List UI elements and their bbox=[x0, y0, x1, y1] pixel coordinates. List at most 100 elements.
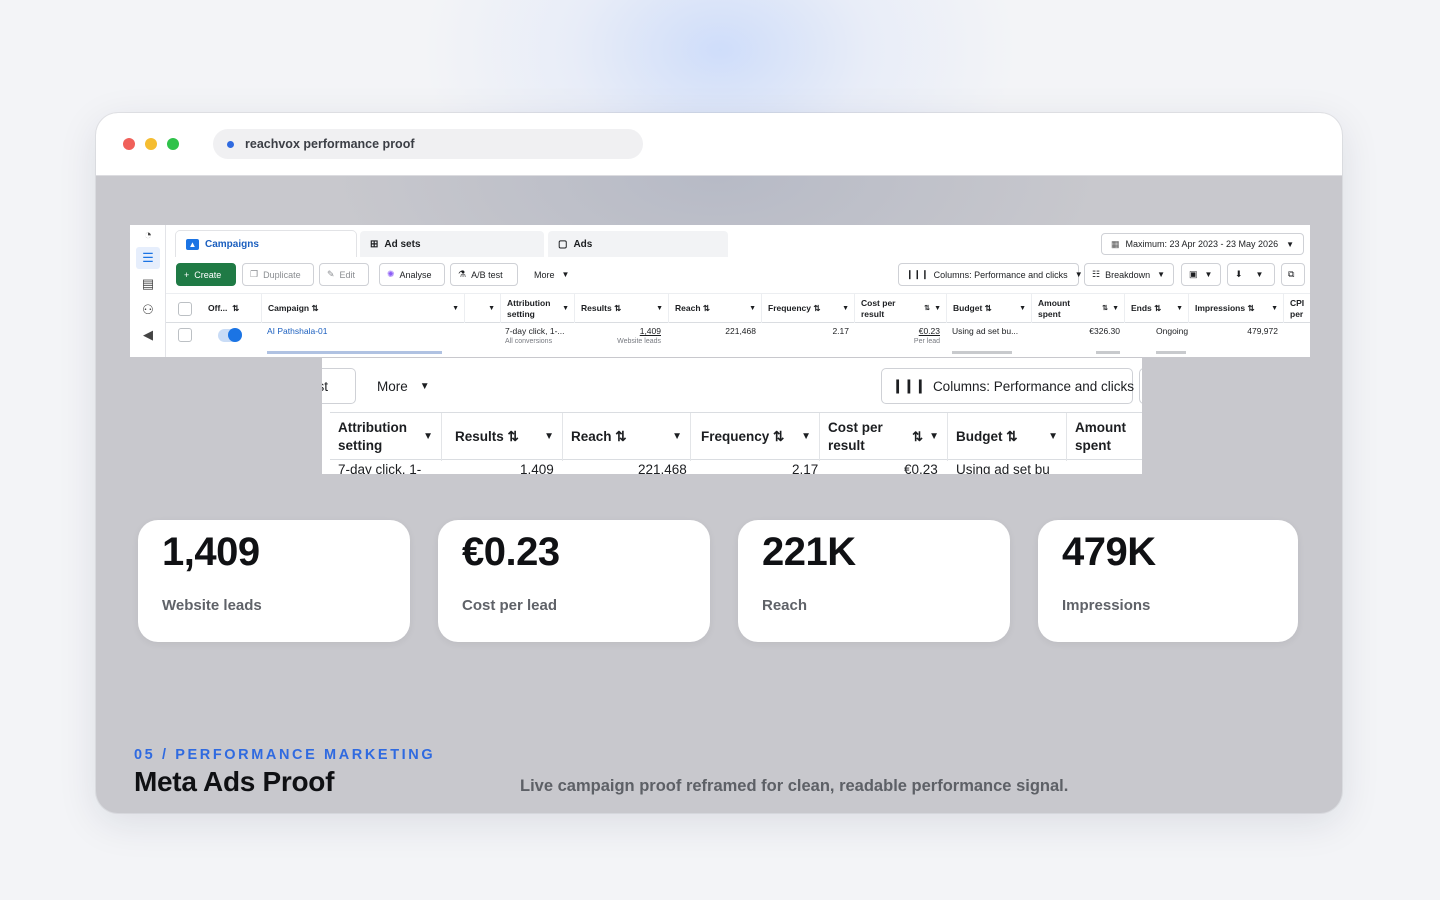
caret-down-icon: ▼ bbox=[934, 305, 941, 313]
edit-button[interactable]: ✎ Edit bbox=[319, 263, 369, 286]
column-campaign[interactable]: Campaign ⇅ ▼ bbox=[262, 294, 465, 324]
column-frequency[interactable]: Frequency ⇅ ▼ bbox=[762, 294, 855, 324]
duplicate-icon: ❐ bbox=[250, 269, 259, 279]
caret-down-icon: ▼ bbox=[423, 431, 433, 443]
plus-icon: + bbox=[184, 269, 190, 280]
cell-frequency: 2.17 bbox=[832, 326, 849, 336]
zoomed-table-crop: est More ▼ ❙❙❙ Columns: Performance and … bbox=[322, 358, 1142, 474]
caret-down-icon: ▼ bbox=[1286, 239, 1294, 249]
campaign-name-link[interactable]: AI Pathshala-01 bbox=[267, 326, 327, 336]
column-amount-spent[interactable]: Amount spent ⇅ ▼ bbox=[1032, 294, 1125, 324]
window-titlebar: reachvox performance proof bbox=[96, 113, 1342, 176]
more-menu[interactable]: More ▼ bbox=[526, 263, 574, 286]
chart-icon: ⧉ bbox=[1288, 269, 1295, 279]
cell-budget: Using ad set bu... bbox=[952, 326, 1019, 336]
caret-down-icon: ▼ bbox=[801, 431, 811, 443]
zoom-next-button-edge[interactable] bbox=[1139, 368, 1142, 404]
zoom-table-row: 7-day click, 1- 1,409 221,468 2.17 €0.23… bbox=[330, 461, 1142, 474]
columns-dropdown[interactable]: ❙❙❙ Columns: Performance and clicks ▼ bbox=[898, 263, 1083, 286]
address-bar[interactable]: reachvox performance proof bbox=[213, 129, 643, 159]
export-button[interactable]: ⬇ ▼ bbox=[1227, 263, 1275, 286]
caret-down-icon: ▼ bbox=[1157, 270, 1166, 279]
column-impressions[interactable]: Impressions ⇅ ▼ bbox=[1189, 294, 1284, 324]
zoom-column-budget[interactable]: Budget ⇅ ▼ bbox=[948, 413, 1067, 461]
breakdown-icon: ☷ bbox=[1092, 269, 1101, 279]
maximize-window-button[interactable] bbox=[167, 138, 179, 150]
tab-campaigns[interactable]: ▲ Campaigns bbox=[176, 231, 356, 257]
column-ends[interactable]: Ends ⇅ ▼ bbox=[1125, 294, 1189, 324]
column-cpm[interactable]: CPI per bbox=[1284, 294, 1310, 324]
analyse-button[interactable]: ✺ Analyse bbox=[379, 263, 445, 286]
audience-icon[interactable]: ⚇ bbox=[139, 302, 157, 318]
megaphone-icon[interactable]: ◀ bbox=[139, 327, 157, 343]
zoom-column-frequency[interactable]: Frequency ⇅ ▼ bbox=[691, 413, 820, 461]
tab-ads[interactable]: ▢ Ads bbox=[548, 231, 728, 257]
cell-reach: 221,468 bbox=[725, 326, 756, 336]
close-window-button[interactable] bbox=[123, 138, 135, 150]
caret-down-icon: ▼ bbox=[842, 305, 849, 313]
pages-icon[interactable]: ▤ bbox=[139, 276, 157, 292]
zoom-column-reach[interactable]: Reach ⇅ ▼ bbox=[563, 413, 691, 461]
grid-icon: ⊞ bbox=[370, 238, 379, 250]
table-row[interactable]: AI Pathshala-01 7-day click, 1-... All c… bbox=[166, 323, 1310, 351]
caret-down-icon: ▼ bbox=[544, 431, 554, 443]
caret-down-icon: ▼ bbox=[672, 431, 682, 443]
dashboard-gauge-icon[interactable]: ◔ bbox=[139, 226, 157, 242]
minimize-window-button[interactable] bbox=[145, 138, 157, 150]
campaign-toggle[interactable] bbox=[218, 328, 242, 342]
column-off[interactable]: Off... ⇅ bbox=[202, 294, 262, 324]
stat-label: Cost per lead bbox=[462, 597, 558, 614]
campaign-tabs: ▲ Campaigns ⊞ Ad sets ▢ Ads bbox=[176, 231, 728, 257]
breakdown-dropdown[interactable]: ☷ Breakdown ▼ bbox=[1084, 263, 1174, 286]
caret-down-icon: ▼ bbox=[561, 270, 570, 279]
column-cost-per-result[interactable]: Cost per result ⇅ ▼ bbox=[855, 294, 947, 324]
select-all-checkbox[interactable] bbox=[178, 302, 192, 316]
zoom-more-menu[interactable]: More ▼ bbox=[366, 368, 436, 404]
column-results[interactable]: Results ⇅ ▼ bbox=[575, 294, 669, 324]
columns-icon: ❙❙❙ bbox=[892, 378, 926, 393]
table-icon[interactable]: ☰ bbox=[136, 247, 160, 269]
tab-ad-sets[interactable]: ⊞ Ad sets bbox=[360, 231, 544, 257]
cell-impressions: 479,972 bbox=[1247, 326, 1278, 336]
stat-value: 221K bbox=[762, 530, 856, 574]
column-attribution[interactable]: Attribution setting ▼ bbox=[501, 294, 575, 324]
reports-icon: ▣ bbox=[1189, 269, 1198, 279]
caret-down-icon: ▼ bbox=[929, 431, 939, 443]
section-kicker: 05 / PERFORMANCE MARKETING bbox=[134, 747, 436, 763]
cell-cost-per-result[interactable]: €0.23 bbox=[855, 326, 940, 336]
toolbar: + Create ❐ Duplicate ✎ Edit ✺ Analyse ⚗ … bbox=[176, 263, 1310, 287]
column-budget[interactable]: Budget ⇅ ▼ bbox=[947, 294, 1032, 324]
stat-card-impressions: 479K Impressions bbox=[1038, 520, 1298, 642]
cell-cost-sub: Per lead bbox=[913, 338, 940, 345]
column-hidden[interactable]: ▼ bbox=[465, 294, 501, 324]
chart-button[interactable]: ⧉ bbox=[1281, 263, 1305, 286]
caret-down-icon: ▼ bbox=[1271, 305, 1278, 313]
zoom-column-results[interactable]: Results ⇅ ▼ bbox=[442, 413, 563, 461]
create-button[interactable]: + Create bbox=[176, 263, 236, 286]
cell-results[interactable]: 1,409 bbox=[575, 326, 661, 336]
cell-attribution-sub: All conversions bbox=[505, 338, 553, 345]
pencil-icon: ✎ bbox=[327, 269, 335, 279]
zoom-column-cost-per-result[interactable]: Cost per result ⇅ ▼ bbox=[820, 413, 948, 461]
caret-down-icon: ▼ bbox=[1074, 270, 1083, 279]
stat-value: 479K bbox=[1062, 530, 1156, 574]
row-checkbox[interactable] bbox=[178, 328, 192, 342]
address-text: reachvox performance proof bbox=[245, 137, 415, 151]
duplicate-button[interactable]: ❐ Duplicate bbox=[242, 263, 314, 286]
zoom-columns-dropdown[interactable]: ❙❙❙ Columns: Performance and clicks ▼ bbox=[881, 368, 1134, 404]
caret-down-icon: ▼ bbox=[1176, 305, 1183, 313]
caret-down-icon: ▼ bbox=[1204, 270, 1213, 279]
column-reach[interactable]: Reach ⇅ ▼ bbox=[669, 294, 762, 324]
zoom-column-attribution[interactable]: Attribution setting ▼ bbox=[330, 413, 442, 461]
stat-label: Impressions bbox=[1062, 597, 1151, 614]
zoom-column-amount-spent[interactable]: Amount spent bbox=[1067, 413, 1142, 461]
caret-down-icon: ▼ bbox=[562, 305, 569, 313]
reports-dropdown[interactable]: ▣ ▼ bbox=[1181, 263, 1221, 286]
columns-icon: ❙❙❙ bbox=[906, 269, 929, 279]
date-range-picker[interactable]: ▦ Maximum: 23 Apr 2023 - 23 May 2026 ▼ bbox=[1100, 233, 1304, 255]
ab-test-button[interactable]: ⚗ A/B test bbox=[450, 263, 518, 286]
zoom-ab-test-fragment[interactable]: est bbox=[322, 368, 356, 404]
caret-down-icon: ▼ bbox=[1112, 305, 1119, 313]
stat-value: €0.23 bbox=[462, 530, 560, 574]
ads-manager-screenshot: ◔ ☰ ▤ ⚇ ◀ ▲ Campaigns ⊞ Ad sets ▢ Ads ▦ … bbox=[130, 225, 1310, 357]
